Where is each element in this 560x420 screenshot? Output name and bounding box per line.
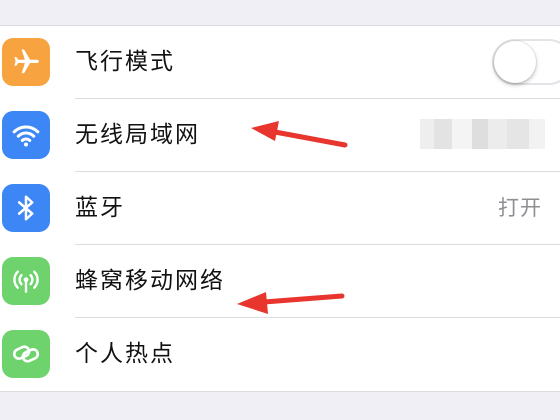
cellular-label: 蜂窝移动网络	[75, 268, 225, 294]
toggle-knob	[494, 41, 536, 83]
personal-hotspot-label: 个人热点	[75, 341, 175, 367]
bluetooth-icon	[2, 184, 50, 232]
bluetooth-row[interactable]: 蓝牙 打开	[0, 172, 560, 245]
pixelated-network-name	[420, 119, 545, 149]
cellular-antenna-icon	[2, 257, 50, 305]
settings-group: 飞行模式 无线局域网 蓝牙 打开 蜂窝移动网络 个人热点	[0, 25, 560, 392]
cellular-row[interactable]: 蜂窝移动网络	[0, 245, 560, 318]
annotation-arrow	[251, 121, 348, 148]
airplane-icon	[2, 38, 50, 86]
airplane-mode-label: 飞行模式	[75, 49, 175, 75]
airplane-mode-row[interactable]: 飞行模式	[0, 26, 560, 99]
wifi-icon	[2, 111, 50, 159]
airplane-mode-toggle[interactable]	[492, 39, 560, 85]
annotation-arrow	[237, 292, 345, 314]
bluetooth-label: 蓝牙	[75, 195, 125, 221]
bluetooth-status: 打开	[498, 196, 542, 220]
personal-hotspot-icon	[2, 330, 50, 378]
wlan-label: 无线局域网	[75, 122, 200, 148]
wlan-row[interactable]: 无线局域网	[0, 99, 560, 172]
personal-hotspot-row[interactable]: 个人热点	[0, 318, 560, 391]
